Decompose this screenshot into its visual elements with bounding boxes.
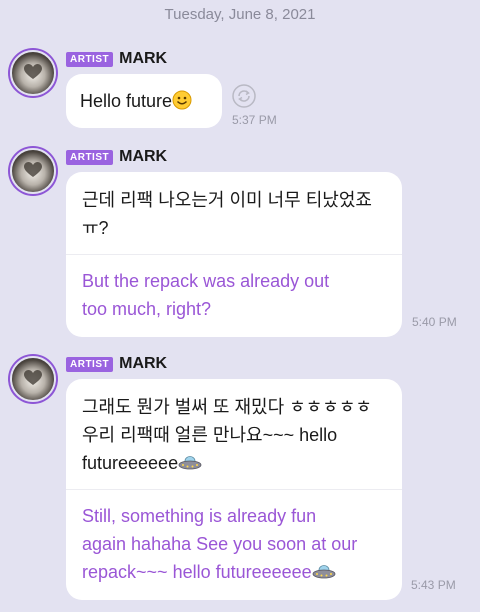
heart-hands-icon [24,162,42,177]
translation-line: Still, something is already fun [82,506,317,526]
message-time: 5:43 PM [411,578,456,592]
message-text-line: 그래도 뭔가 벌써 또 재밌다 ㅎㅎㅎㅎㅎ [82,397,372,417]
message-translation: But the repack was already out too much,… [66,255,402,337]
artist-badge: ARTIST [66,356,114,372]
message-header: ARTIST MARK [66,355,167,373]
message-header: ARTIST MARK [66,148,167,166]
message-text: Hello future [80,91,173,111]
heart-hands-icon [24,370,42,385]
message-text-line: 우리 리팩때 얼른 만나요~~~ hello [82,425,338,445]
message-original: 그래도 뭔가 벌써 또 재밌다 ㅎㅎㅎㅎㅎ 우리 리팩때 얼른 만나요~~~ h… [66,379,402,489]
message-bubble[interactable]: 근데 리팩 나오는거 이미 너무 티났었죠 ㅠ? But the repack … [66,172,402,337]
sender-name: MARK [119,148,168,165]
date-separator: Tuesday, June 8, 2021 [164,6,316,23]
sender-name: MARK [119,355,168,372]
ufo-emoji-icon [312,565,336,579]
ufo-emoji-icon [178,456,202,470]
heart-hands-icon [24,64,42,79]
message-bubble[interactable]: 그래도 뭔가 벌써 또 재밌다 ㅎㅎㅎㅎㅎ 우리 리팩때 얼른 만나요~~~ h… [66,379,402,600]
message-translation: Still, something is already fun again ha… [66,490,402,600]
message-text-line: ㅠ? [82,218,109,238]
translate-icon[interactable] [232,84,256,108]
avatar[interactable] [8,146,58,196]
message-text-line: 근데 리팩 나오는거 이미 너무 티났었죠 [82,190,372,210]
message-bubble[interactable]: Hello future [66,74,222,128]
avatar[interactable] [8,354,58,404]
translation-line: repack~~~ hello futureeeeee [82,562,312,582]
sender-name: MARK [119,50,168,67]
message-header: ARTIST MARK [66,50,167,68]
message-original: 근데 리팩 나오는거 이미 너무 티났었죠 ㅠ? [66,172,402,254]
smiley-emoji-icon [172,90,192,110]
message-time: 5:40 PM [412,315,457,329]
artist-badge: ARTIST [66,149,114,165]
message-text-line: futureeeeee [82,453,179,473]
translation-line: again hahaha See you soon at our [82,534,358,554]
message-time: 5:37 PM [232,113,277,127]
avatar[interactable] [8,48,58,98]
translation-line: But the repack was already out [82,271,330,291]
artist-badge: ARTIST [66,51,114,67]
translation-line: too much, right? [82,299,212,319]
